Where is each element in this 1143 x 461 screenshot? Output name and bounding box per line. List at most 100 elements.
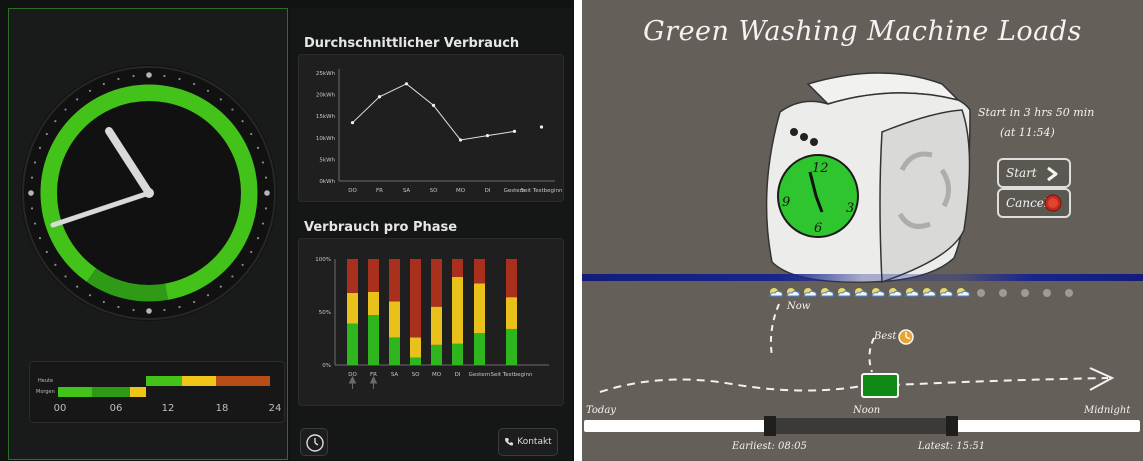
start-info-line2: (at 11:54) [1000,126,1055,139]
row-label-heute: Heute [38,378,54,384]
phase-bar-segment [389,301,400,338]
clock-dot [28,190,34,196]
average-line-chart: 0kWh 5kWh 10kWh 15kWh 20kWh 25kWh DO FR SA SO MO DI… [316,69,563,194]
phase-chart-box: 0% 50% 100% DO FR SA SO MO DI Gestern Seit Testbeg… [298,238,564,406]
phase-bar-segment [410,337,421,358]
clock-dot [45,132,48,136]
now-label: Now [787,301,811,312]
weather-icon [786,288,800,297]
clock-dot [264,190,270,196]
earliest-handle[interactable] [764,416,776,436]
average-point [458,138,463,142]
x-tick-label: Seit Testbeginn [520,188,563,194]
y-tick-label: 0kWh [319,179,335,185]
dot-icon [1043,289,1051,297]
clock-dot [54,120,57,123]
clock-dot [117,77,120,81]
clock-dot [250,132,253,136]
phase-bar-segment [410,259,421,338]
y-tick-label: 0% [322,363,331,369]
phase-bar-segment [452,343,463,365]
machine-clock-9: 9 [782,195,790,210]
x-tick-label: MO [456,188,466,194]
clock-dot [219,285,222,288]
start-button[interactable]: Start [997,158,1071,188]
clock-dot [261,161,265,164]
average-line [352,83,515,141]
start-label: Start [1006,166,1037,180]
phase-bar-segment [431,306,442,345]
phase-bar-segment [506,297,517,329]
clock-dot [64,275,67,278]
phone-icon [505,438,514,446]
cancel-label: Cancel [1006,196,1048,210]
x-tick-label: DI [485,188,491,194]
clock-dot [146,72,152,78]
y-tick-label: 10kWh [316,136,336,142]
y-tick-label: 5kWh [319,157,335,163]
washing-machine-app: Green Washing Machine Loads 12 3 6 9 Sta… [582,0,1143,461]
chevron-right-icon [1047,166,1058,182]
clock-dot [163,74,166,78]
kontakt-button[interactable]: Kontakt [498,428,558,456]
heute-yellow-bar [182,376,216,386]
clock-dot [38,237,42,240]
y-tick-label: 100% [315,257,331,263]
x-tick-label: SO [430,188,438,194]
weather-icon [871,288,885,297]
day-phase-chart: Heute Morgen 00 06 12 18 24 [29,361,285,423]
noon-label: Noon [853,405,881,416]
clock-dot [102,82,105,86]
weather-icon [939,288,953,297]
clock-dot [132,74,135,78]
cancel-button[interactable]: Cancel [997,188,1071,218]
midnight-label: Midnight [1084,405,1131,416]
phase-bar-segment [452,277,463,344]
clock-dot [264,207,268,210]
weather-icon [820,288,834,297]
machine-clock-6: 6 [814,221,822,236]
clock-dot [250,250,253,254]
average-point [512,129,517,133]
clock-dot [146,308,152,314]
clock-dot [30,207,34,210]
machine-clock-12: 12 [812,161,829,176]
best-time-slot[interactable] [861,373,899,398]
clock-dot [178,77,181,81]
clock-dot [231,275,234,278]
phase-bar-segment [347,292,358,324]
dot-icon [1021,289,1029,297]
average-chart-box: 0kWh 5kWh 10kWh 15kWh 20kWh 25kWh DO FR SA SO MO DI… [298,54,564,202]
hour-tick-18: 18 [215,403,229,414]
average-point [350,121,355,125]
x-tick-label: SA [391,372,399,378]
clock-icon [306,434,324,452]
clock-dot [45,250,48,254]
now-dashed-line [769,303,780,357]
dot-icon [977,289,985,297]
clock-dot [76,98,79,101]
hour-tick-12: 12 [161,403,175,414]
weather-icon [837,288,851,297]
clock-dot [38,146,42,149]
cancel-icon [1044,194,1062,212]
phase-bar-segment [368,315,379,365]
average-title: Durchschnittlicher Verbrauch [304,36,520,51]
phase-bar-segment [431,259,442,307]
clock-dot [64,108,67,111]
clock-dot [193,300,196,304]
latest-handle[interactable] [946,416,958,436]
x-tick-label: MO [432,372,442,378]
statistics-panel: Durchschnittlicher Verbrauch 0kWh 5kWh 10k… [290,8,572,460]
control-dot-2 [800,133,808,141]
average-point [485,134,490,138]
x-tick-label: Gestern [469,372,491,378]
y-tick-label: 15kWh [316,114,336,120]
phase-bar-segment [474,333,485,365]
phase-bar-segment [474,283,485,334]
start-info-line1: Start in 3 hrs 50 min [978,106,1095,119]
clock-button[interactable] [300,428,328,456]
heute-green-bar [146,376,182,386]
clock-dot [117,305,120,309]
kontakt-label: Kontakt [517,437,552,447]
